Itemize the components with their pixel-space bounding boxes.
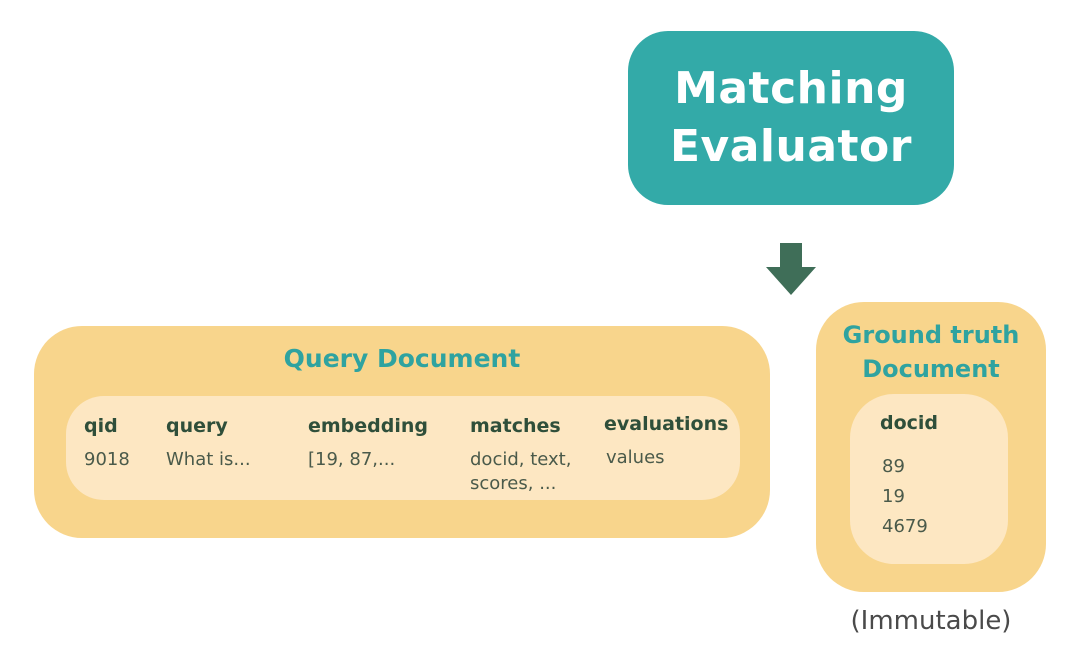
field-value: [19, 87,... xyxy=(308,449,396,470)
field-header: query xyxy=(166,415,228,437)
field-header: embedding xyxy=(308,415,429,437)
evaluator-title-line1: Matching xyxy=(674,63,908,114)
evaluator-title-line2: Evaluator xyxy=(670,121,912,172)
field-header: qid xyxy=(84,415,118,437)
down-arrow-icon xyxy=(766,243,816,295)
docid-value: 89 xyxy=(882,456,905,477)
field-embedding: embedding [19, 87,... xyxy=(308,414,428,472)
query-document-title: Query Document xyxy=(283,344,521,373)
field-query: query What is... xyxy=(166,414,251,472)
matching-evaluator-box: Matching Evaluator xyxy=(628,31,954,205)
docid-values: 89 19 4679 xyxy=(882,452,928,542)
field-matches: matches docid, text, scores, ... xyxy=(470,414,600,496)
docid-header: docid xyxy=(880,412,939,434)
field-value: docid, text, scores, ... xyxy=(470,449,572,494)
field-header: matches xyxy=(470,415,561,437)
immutable-note: (Immutable) xyxy=(850,606,1012,636)
field-header: evaluations xyxy=(604,413,729,435)
docid-value: 19 xyxy=(882,486,905,507)
field-value: values xyxy=(606,447,665,468)
field-value: 9018 xyxy=(84,449,130,470)
ground-truth-title-line2: Document xyxy=(862,355,1000,383)
ground-truth-fields: docid 89 19 4679 xyxy=(850,394,1008,564)
field-value: What is... xyxy=(166,449,251,470)
field-qid: qid 9018 xyxy=(84,414,130,472)
query-document-fields: qid 9018 query What is... embedding [19,… xyxy=(66,396,740,500)
ground-truth-document-panel: Ground truth Document docid 89 19 4679 xyxy=(816,302,1046,592)
query-document-panel: Query Document qid 9018 query What is...… xyxy=(34,326,770,538)
field-evaluations: evaluations values xyxy=(604,412,728,470)
docid-value: 4679 xyxy=(882,516,928,537)
ground-truth-title-line1: Ground truth xyxy=(842,321,1020,349)
ground-truth-title: Ground truth Document xyxy=(816,318,1046,386)
